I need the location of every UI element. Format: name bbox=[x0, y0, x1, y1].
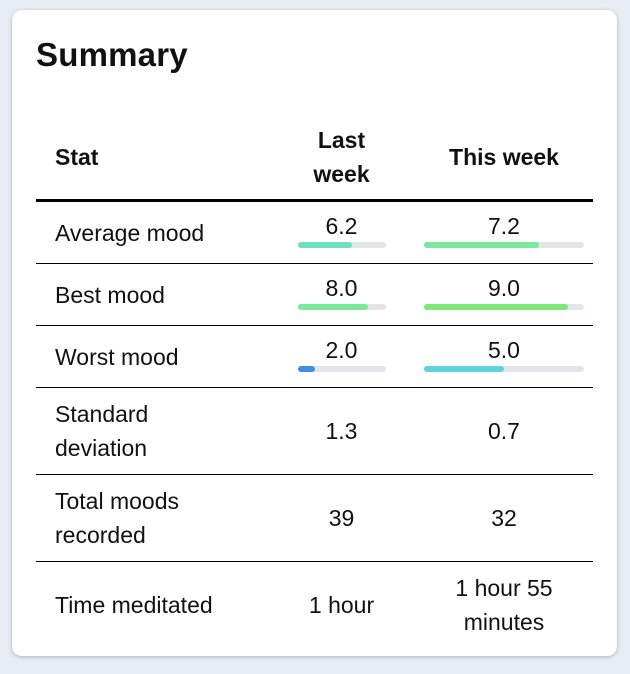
last-week-value: 1.3 bbox=[268, 387, 415, 475]
column-header-last-week: Last week bbox=[268, 115, 415, 202]
this-week-bar-track bbox=[424, 303, 584, 310]
last-week-bar-track bbox=[297, 241, 386, 248]
column-header-last-week-label: Last week bbox=[313, 127, 370, 187]
this-week-cell: 5.0 bbox=[415, 325, 593, 388]
column-header-this-week: This week bbox=[415, 115, 593, 202]
this-week-bar-track bbox=[424, 365, 584, 372]
last-week-value: 8.0 bbox=[325, 274, 358, 301]
card-title: Summary bbox=[36, 36, 188, 73]
last-week-bar-track bbox=[297, 365, 386, 372]
this-week-value-text: 1 hour 55 minutes bbox=[455, 575, 553, 635]
this-week-cell: 9.0 bbox=[415, 263, 593, 326]
last-week-bar-fill bbox=[297, 303, 368, 310]
table-row-worst-mood: Worst mood 2.0 5.0 bbox=[36, 325, 593, 388]
table-row-time-meditated: Time meditated 1 hour 1 hour 55 minutes bbox=[36, 562, 593, 649]
last-week-cell: 8.0 bbox=[268, 263, 415, 326]
last-week-bar-track bbox=[297, 303, 386, 310]
this-week-bar-fill bbox=[424, 303, 568, 310]
this-week-bar-track bbox=[424, 241, 584, 248]
this-week-bar-fill bbox=[424, 365, 504, 372]
last-week-bar-fill bbox=[297, 365, 316, 372]
summary-table: Stat Last week This week Average mood 6.… bbox=[36, 115, 593, 648]
last-week-bar-fill bbox=[297, 241, 353, 248]
last-week-value: 1 hour bbox=[308, 592, 375, 618]
this-week-value: 0.7 bbox=[415, 387, 593, 475]
table-row-total-moods-recorded: Total moods recorded 39 32 bbox=[36, 474, 593, 562]
this-week-cell: 7.2 bbox=[415, 200, 593, 264]
row-label: Time meditated bbox=[55, 592, 213, 618]
last-week-cell: 2.0 bbox=[268, 325, 415, 388]
row-label: Best mood bbox=[36, 263, 268, 326]
row-label: Total moods recorded bbox=[36, 474, 268, 562]
last-week-cell: 6.2 bbox=[268, 200, 415, 264]
table-header-row: Stat Last week This week bbox=[36, 115, 593, 202]
last-week-value: 2.0 bbox=[325, 336, 358, 363]
this-week-value: 5.0 bbox=[488, 336, 520, 363]
table-row-standard-deviation: Standard deviation 1.3 0.7 bbox=[36, 387, 593, 475]
row-label: Worst mood bbox=[36, 325, 268, 388]
this-week-value: 7.2 bbox=[488, 212, 520, 239]
row-label: Average mood bbox=[36, 200, 268, 264]
table-row-average-mood: Average mood 6.2 7.2 bbox=[36, 200, 593, 264]
summary-card: Summary Stat Last week This week Average… bbox=[12, 10, 617, 656]
column-header-stat: Stat bbox=[36, 115, 268, 202]
table-row-best-mood: Best mood 8.0 9.0 bbox=[36, 263, 593, 326]
this-week-bar-fill bbox=[424, 241, 540, 248]
last-week-value: 39 bbox=[268, 474, 415, 562]
row-label: Standard deviation bbox=[36, 387, 268, 475]
this-week-value: 32 bbox=[415, 474, 593, 562]
this-week-value: 9.0 bbox=[488, 274, 520, 301]
this-week-value: 1 hour 55 minutes bbox=[415, 562, 593, 649]
last-week-value: 6.2 bbox=[325, 212, 358, 239]
